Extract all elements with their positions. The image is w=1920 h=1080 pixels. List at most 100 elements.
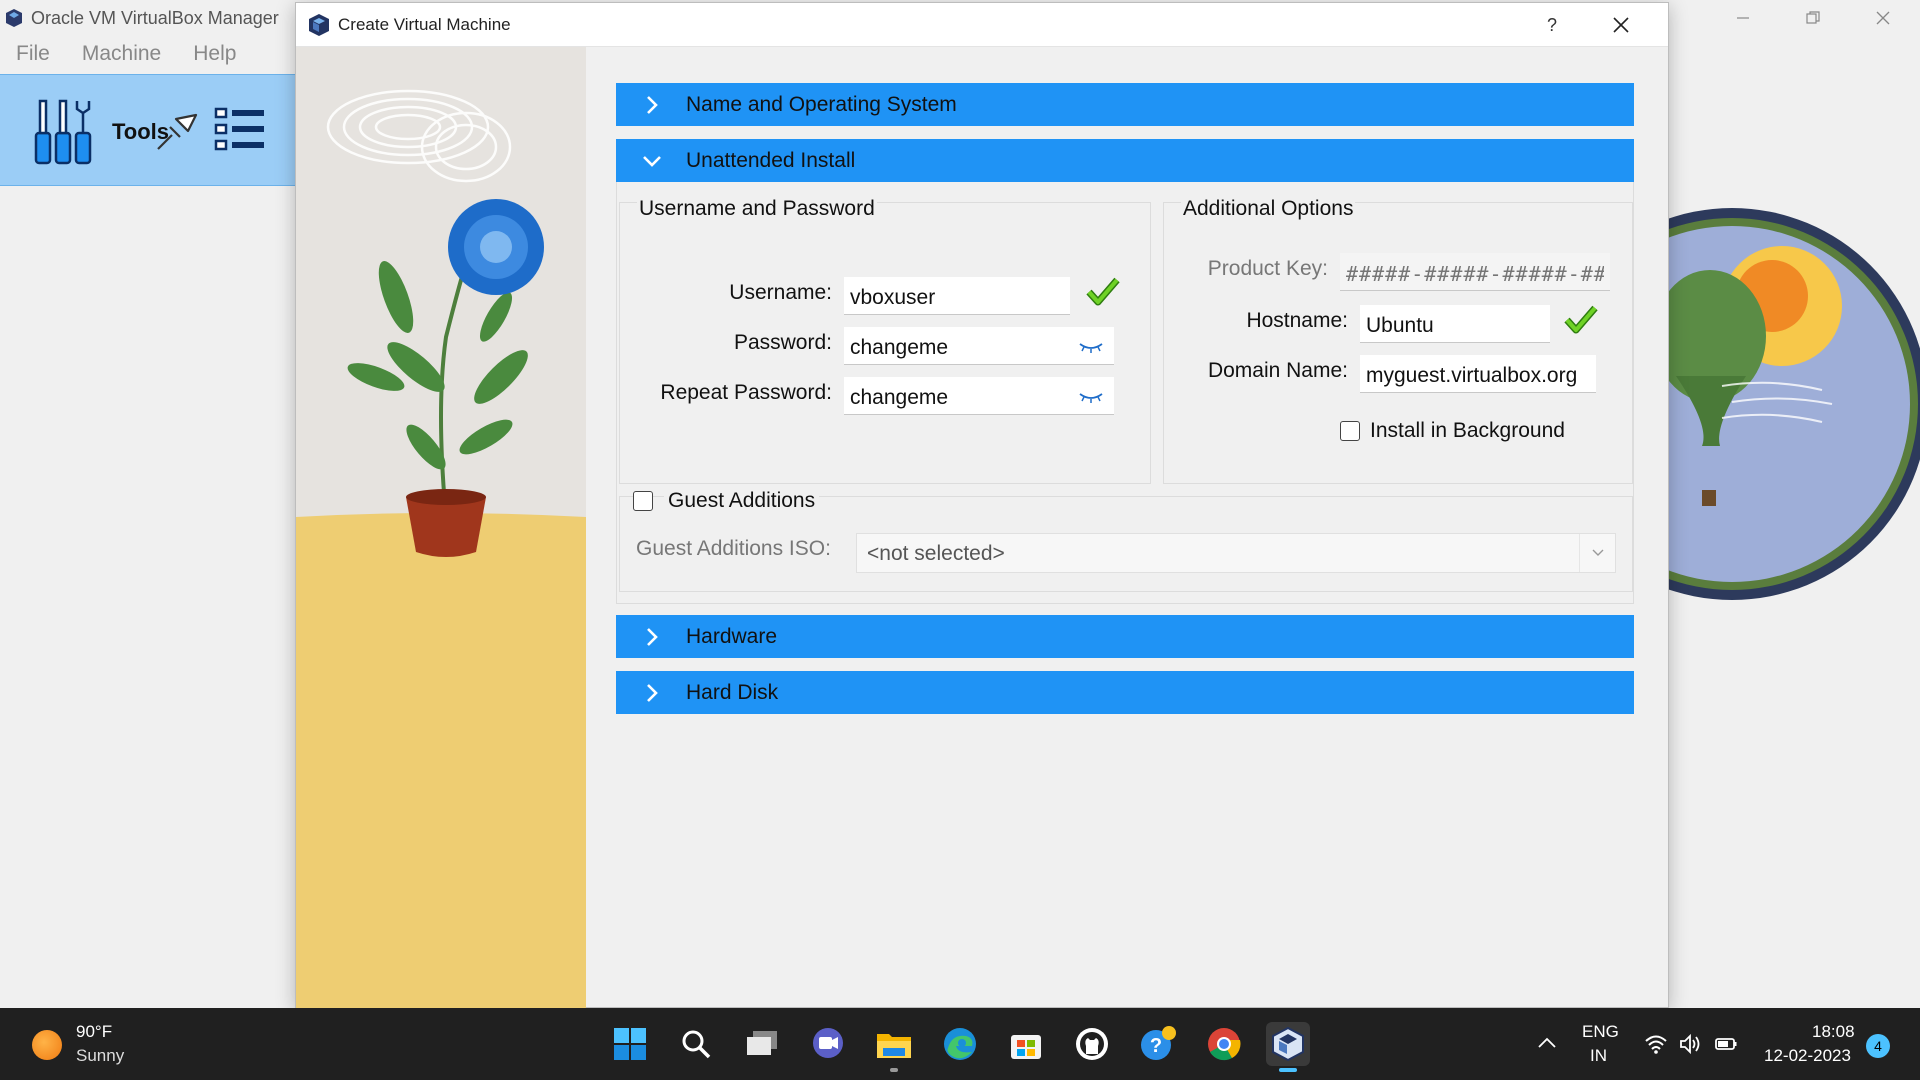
username-password-group: Username and Password Username: Password… [619,197,1151,484]
password-label: Password: [733,331,832,354]
manager-close-button[interactable] [1848,0,1918,36]
menu-file[interactable]: File [0,38,66,72]
section-unattended-label: Unattended Install [686,148,856,172]
guest-additions-iso-value: <not selected> [867,542,1005,565]
edge-icon [944,1028,976,1060]
tools-icon [34,99,92,165]
pin-icon[interactable] [150,105,202,155]
section-hardware[interactable]: Hardware [616,615,1634,658]
wifi-icon[interactable] [1644,1032,1668,1056]
file-explorer-icon [877,1034,911,1058]
guest-additions-label[interactable]: Guest Additions [664,489,820,513]
eye-closed-icon[interactable] [1078,389,1104,405]
section-unattended-install[interactable]: Unattended Install [616,139,1634,182]
checkmark-icon [1086,277,1120,306]
repeat-password-label: Repeat Password: [660,381,832,404]
dialog-titlebar: Create Virtual Machine ? [296,3,1668,47]
section-name-os-label: Name and Operating System [686,92,957,116]
chevron-right-icon [647,683,658,702]
tools-panel[interactable]: Tools [0,74,296,186]
dialog-title: Create Virtual Machine [338,15,511,34]
file-explorer-button[interactable] [872,1022,916,1072]
install-background-checkbox[interactable] [1340,421,1360,441]
github-button[interactable] [1070,1022,1114,1066]
chrome-icon [1208,1028,1241,1061]
volume-icon[interactable] [1678,1032,1702,1056]
get-help-button[interactable]: ? [1136,1022,1180,1066]
password-field[interactable] [844,327,1114,365]
language-indicator[interactable]: ENG [1582,1022,1619,1042]
manager-title: Oracle VM VirtualBox Manager [31,8,279,28]
menu-help[interactable]: Help [177,38,252,72]
section-name-os[interactable]: Name and Operating System [616,83,1634,126]
weather-temperature: 90°F [76,1022,113,1041]
section-hard-disk[interactable]: Hard Disk [616,671,1634,714]
wizard-flower-illustration [296,47,586,1009]
task-view-icon [747,1031,777,1055]
get-help-icon: ? [1141,1026,1176,1060]
microsoft-store-icon [1011,1035,1041,1059]
product-key-field[interactable] [1340,253,1610,291]
sun-icon [32,1030,62,1060]
language-region: IN [1590,1046,1607,1065]
weather-description: Sunny [76,1046,125,1065]
eye-closed-icon[interactable] [1078,339,1104,355]
guest-additions-group: Guest Additions Guest Additions ISO: <no… [619,489,1633,592]
guest-additions-iso-label: Guest Additions ISO: [636,537,831,560]
create-vm-dialog: Create Virtual Machine ? Name and Operat… [295,2,1669,1009]
additional-options-title: Additional Options [1181,197,1356,221]
microsoft-store-button[interactable] [1004,1022,1048,1066]
chevron-right-icon [647,627,658,646]
clock-time[interactable]: 18:08 [1812,1022,1855,1042]
teams-chat-button[interactable] [806,1022,850,1066]
active-indicator [1279,1068,1297,1072]
chrome-button[interactable] [1202,1022,1246,1066]
guest-additions-checkbox[interactable] [633,491,653,511]
virtualbox-app-icon [309,14,329,36]
notification-badge[interactable]: 4 [1866,1034,1890,1058]
repeat-password-field[interactable] [844,377,1114,415]
unattended-install-panel: Username and Password Username: Password… [616,182,1634,604]
domain-name-label: Domain Name: [1207,359,1348,382]
username-field[interactable] [844,277,1070,315]
hostname-label: Hostname: [1246,309,1348,332]
install-background-label[interactable]: Install in Background [1370,419,1565,443]
list-view-icon[interactable] [214,105,266,153]
minimize-icon [1737,17,1749,19]
chevron-up-icon[interactable] [1536,1032,1558,1054]
teams-chat-icon [813,1028,843,1058]
minimize-button[interactable] [1708,0,1778,36]
search-icon [682,1030,711,1059]
close-icon [1876,11,1890,25]
chevron-down-icon [643,155,661,167]
virtualbox-icon [1272,1026,1304,1062]
restore-icon [1806,11,1820,24]
virtualbox-app-icon [6,9,22,27]
balloon-illustration [1662,208,1920,600]
start-button[interactable] [608,1022,652,1066]
task-view-button[interactable] [740,1022,784,1066]
help-button[interactable]: ? [1532,9,1572,41]
dialog-close-button[interactable] [1598,9,1644,41]
product-key-label: Product Key: [1207,257,1328,280]
windows-taskbar: 90°F Sunny ? ENG IN 18:08 12-02-2023 4 [0,1008,1920,1080]
chevron-right-icon [647,95,658,114]
menu-machine[interactable]: Machine [66,38,177,72]
clock-date[interactable]: 12-02-2023 [1764,1046,1851,1066]
hostname-field[interactable] [1360,305,1550,343]
chevron-down-icon [1592,549,1603,556]
taskbar-search-button[interactable] [674,1022,718,1066]
domain-name-field[interactable] [1360,355,1596,393]
checkmark-icon [1564,305,1598,334]
dropdown-arrow[interactable] [1579,534,1615,572]
additional-options-group: Additional Options Product Key: Hostname… [1163,197,1633,484]
battery-icon[interactable] [1714,1032,1738,1056]
edge-button[interactable] [938,1022,982,1066]
manager-menubar: File Machine Help [0,38,252,72]
username-password-title: Username and Password [637,197,877,221]
virtualbox-taskbar-button[interactable] [1266,1022,1310,1072]
start-icon [614,1028,646,1060]
guest-additions-iso-select[interactable]: <not selected> [856,533,1616,573]
restore-button[interactable] [1778,0,1848,36]
section-hard-disk-label: Hard Disk [686,680,779,704]
